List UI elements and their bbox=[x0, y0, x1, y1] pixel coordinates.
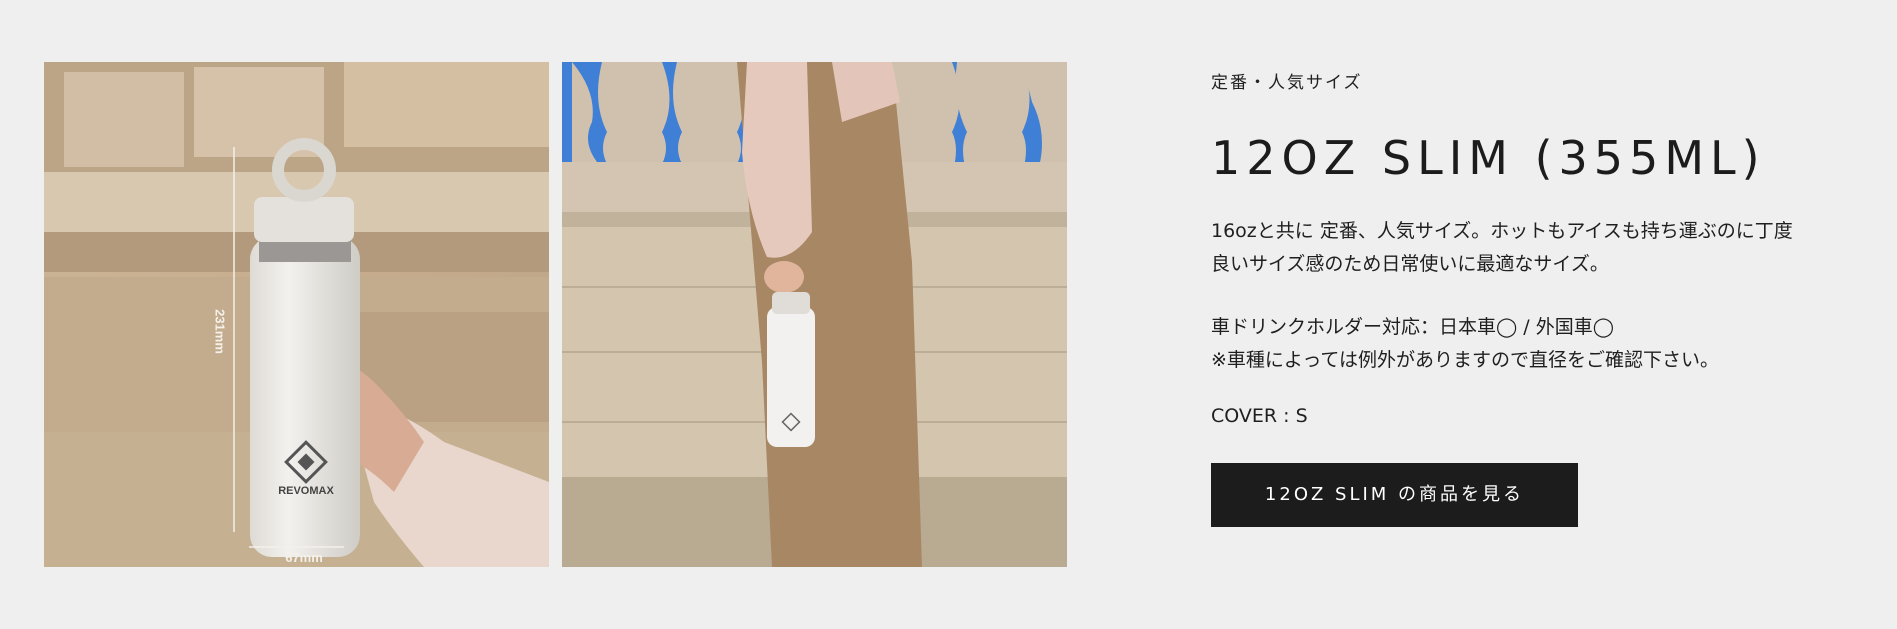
product-section: REVOMAX 231mm 67mm 定番・人気サイズ 12OZ SLIM (3… bbox=[0, 0, 1897, 629]
product-info-panel: 定番・人気サイズ 12OZ SLIM (355ML) 16ozと共に 定番、人気… bbox=[1211, 62, 1871, 527]
product-description: 16ozと共に 定番、人気サイズ。ホットもアイスも持ち運ぶのに丁度 良いサイズ感… bbox=[1211, 215, 1871, 377]
diameter-note: ※車種によっては例外がありますので直径をご確認下さい。 bbox=[1211, 349, 1720, 371]
svg-text:REVOMAX: REVOMAX bbox=[278, 485, 334, 497]
height-dimension-label: 231mm bbox=[212, 309, 228, 354]
product-title: 12OZ SLIM (355ML) bbox=[1211, 131, 1766, 185]
cover-size-label: COVER : S bbox=[1211, 405, 1308, 427]
lifestyle-photo bbox=[562, 62, 1067, 567]
drink-holder-note: 車ドリンクホルダー対応：日本車◯ / 外国車◯ bbox=[1211, 316, 1615, 338]
description-line: 良いサイズ感のため日常使いに最適なサイズ。 bbox=[1211, 253, 1609, 275]
width-dimension-label: 67mm bbox=[285, 550, 323, 565]
view-product-button[interactable]: 12OZ SLIM の商品を見る bbox=[1211, 463, 1578, 527]
description-line: 16ozと共に 定番、人気サイズ。ホットもアイスも持ち運ぶのに丁度 bbox=[1211, 220, 1793, 242]
product-category-label: 定番・人気サイズ bbox=[1211, 73, 1363, 93]
bottle-closeup-photo: REVOMAX 231mm 67mm bbox=[44, 62, 549, 567]
